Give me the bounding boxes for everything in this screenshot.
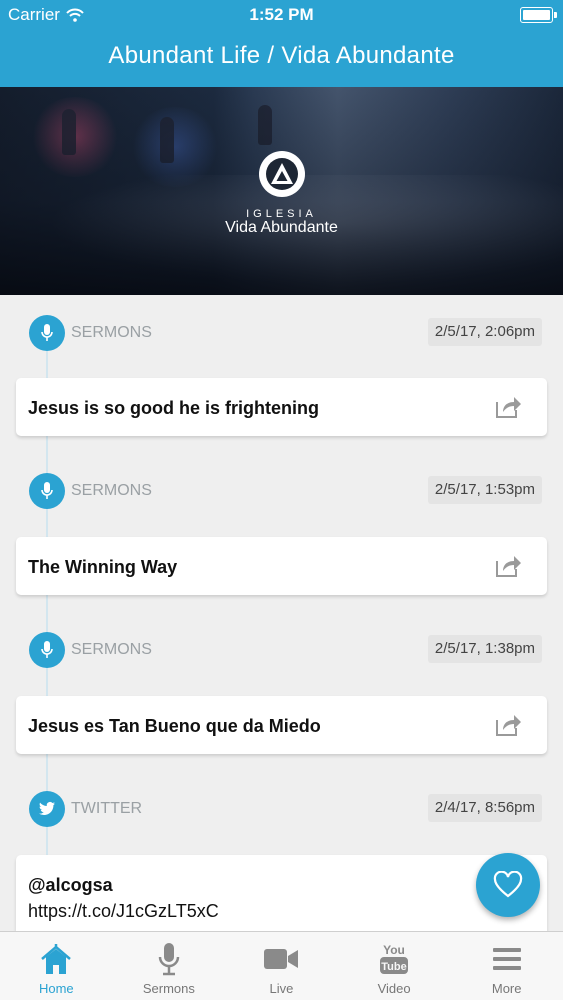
youtube-icon: You Tube (376, 941, 412, 977)
church-banner-image: IGLESIA Vida Abundante (0, 87, 563, 295)
tweet-handle: @alcogsa (28, 875, 113, 895)
sermon-card[interactable]: The Winning Way (16, 537, 547, 595)
logo-name-text: Vida Abundante (225, 219, 338, 236)
sermon-card[interactable]: Jesus es Tan Bueno que da Miedo (16, 696, 547, 754)
tab-more[interactable]: More (450, 932, 563, 1000)
entry-timestamp: 2/4/17, 8:56pm (427, 794, 542, 822)
microphone-icon (29, 632, 65, 668)
app-screen: Carrier 1:52 PM Abundant Life / Vida Abu… (0, 0, 563, 1000)
activity-feed[interactable]: SERMONS 2/5/17, 2:06pm Jesus is so good … (0, 295, 563, 931)
feed-entry-header: TWITTER 2/4/17, 8:56pm (0, 791, 563, 831)
feed-entry-header: SERMONS 2/5/17, 1:38pm (0, 632, 563, 672)
sermon-title: Jesus es Tan Bueno que da Miedo (28, 716, 321, 736)
sermon-title: The Winning Way (28, 557, 178, 577)
home-icon (38, 941, 74, 977)
feed-entry-header: SERMONS 2/5/17, 2:06pm (0, 315, 563, 355)
tab-live[interactable]: Live (225, 932, 338, 1000)
share-icon[interactable] (495, 711, 523, 739)
battery-icon (520, 7, 557, 23)
tab-label: Live (269, 981, 294, 996)
status-bar: Carrier 1:52 PM (0, 0, 563, 30)
app-header: Carrier 1:52 PM Abundant Life / Vida Abu… (0, 0, 563, 87)
sermon-title: Jesus is so good he is frightening (28, 398, 320, 418)
share-icon[interactable] (495, 393, 523, 421)
microphone-icon (29, 473, 65, 509)
bottom-tab-bar: Home Sermons Live You Tube Video More (0, 931, 563, 1000)
page-title: Abundant Life / Vida Abundante (108, 42, 455, 69)
status-time: 1:52 PM (249, 5, 314, 24)
microphone-icon (29, 315, 65, 351)
entry-type-label: SERMONS (71, 482, 152, 499)
tweet-link[interactable]: https://t.co/J1cGzLT5xC (28, 901, 219, 922)
tab-video[interactable]: You Tube Video (338, 932, 451, 1000)
svg-text:Tube: Tube (381, 961, 406, 973)
tab-label: More (491, 981, 522, 996)
share-icon[interactable] (495, 552, 523, 580)
entry-type-label: TWITTER (71, 800, 143, 817)
heart-icon (493, 871, 523, 898)
svg-text:You: You (383, 943, 405, 957)
tab-label: Home (38, 981, 74, 996)
church-logo-icon (259, 151, 305, 197)
favorite-button[interactable] (476, 853, 540, 917)
entry-timestamp: 2/5/17, 2:06pm (427, 318, 542, 346)
entry-type-label: SERMONS (71, 324, 152, 341)
menu-icon (489, 941, 525, 977)
microphone-icon (151, 941, 187, 977)
tweet-card[interactable]: @alcogsa https://t.co/J1cGzLT5xC (16, 855, 547, 931)
entry-timestamp: 2/5/17, 1:38pm (427, 635, 542, 663)
tab-home[interactable]: Home (0, 932, 113, 1000)
tab-label: Video (377, 981, 411, 996)
entry-type-label: SERMONS (71, 641, 152, 658)
feed-entry-header: SERMONS 2/5/17, 1:53pm (0, 473, 563, 513)
video-camera-icon (263, 941, 299, 977)
twitter-bird-icon (29, 791, 65, 827)
sermon-card[interactable]: Jesus is so good he is frightening (16, 378, 547, 436)
tab-label: Sermons (142, 981, 195, 996)
tab-sermons[interactable]: Sermons (113, 932, 226, 1000)
entry-timestamp: 2/5/17, 1:53pm (427, 476, 542, 504)
